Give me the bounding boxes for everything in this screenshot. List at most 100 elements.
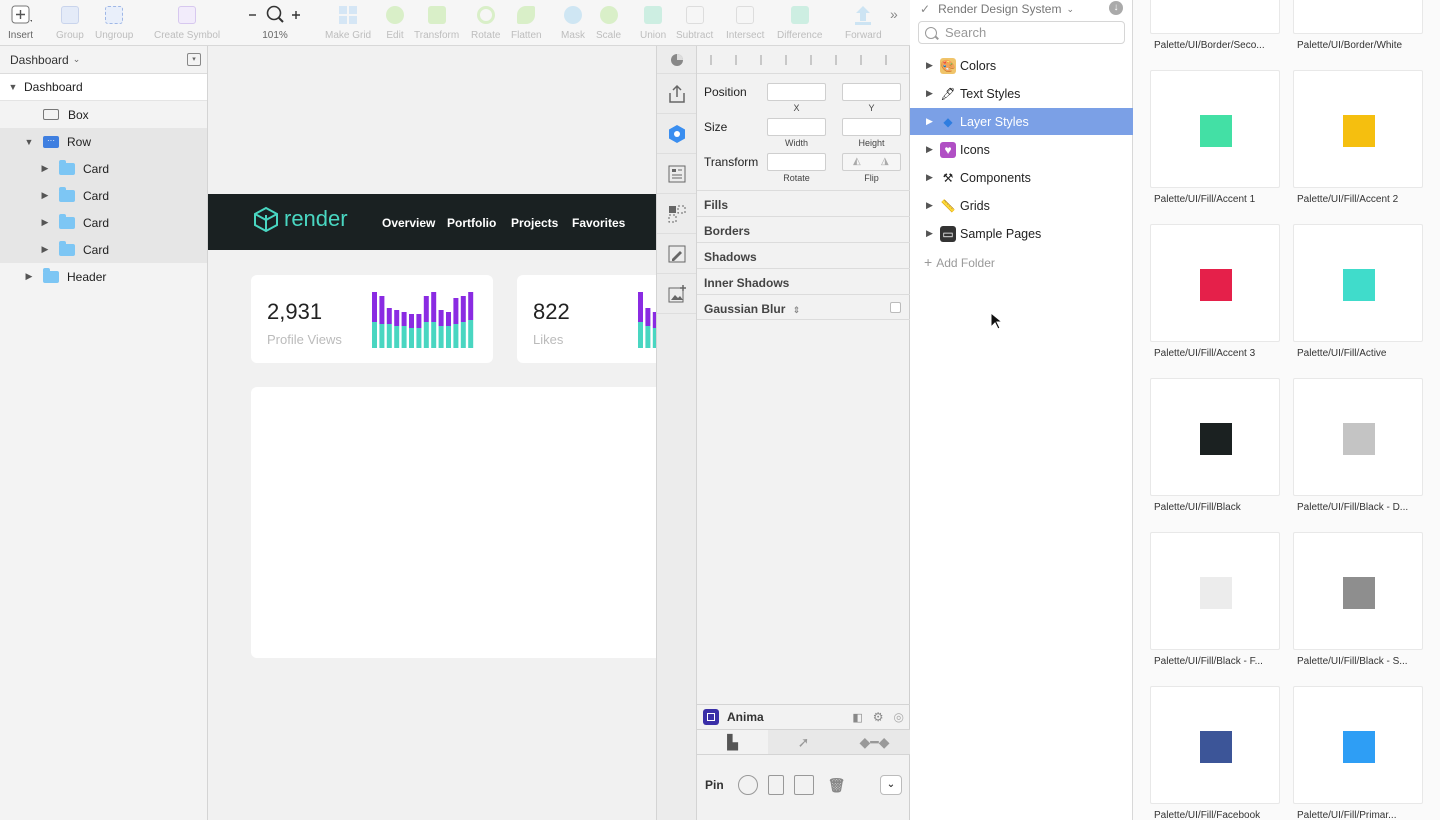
edit-button[interactable]: Edit — [383, 3, 407, 45]
inner-shadows-section[interactable]: Inner Shadows — [697, 268, 910, 294]
zoom-control[interactable]: 101% — [247, 3, 303, 45]
symbols-tab-button[interactable] — [657, 194, 696, 234]
shadows-section[interactable]: Shadows — [697, 242, 910, 268]
ungroup-button[interactable]: Ungroup — [95, 3, 133, 45]
triangle-down-icon[interactable]: ▼ — [24, 137, 34, 147]
triangle-right-icon[interactable]: ▶ — [926, 116, 940, 127]
inspector-mode-button[interactable] — [657, 46, 696, 74]
group-button[interactable]: Group — [56, 3, 84, 45]
rotate-button[interactable]: Rotate — [471, 3, 500, 45]
content-card[interactable] — [251, 387, 656, 658]
stat-card-views[interactable]: 2,931 Profile Views — [251, 275, 493, 363]
library-item-sample-pages[interactable]: ▶ ▭ Sample Pages — [910, 220, 1133, 247]
layer-card-2[interactable]: ▶ Card — [0, 182, 207, 209]
triangle-right-icon[interactable]: ▶ — [40, 190, 50, 201]
align-middle-icon[interactable] — [859, 54, 872, 65]
layer-box[interactable]: Box — [0, 101, 207, 128]
distribute-horizontal-icon[interactable] — [709, 54, 722, 65]
intersect-button[interactable]: Intersect — [726, 3, 764, 45]
fills-section[interactable]: Fills — [697, 190, 910, 216]
nav-projects[interactable]: Projects — [511, 216, 558, 230]
export-button[interactable] — [657, 74, 696, 114]
triangle-right-icon[interactable]: ▶ — [24, 271, 34, 282]
library-item-colors[interactable]: ▶ 🎨 Colors — [910, 52, 1133, 79]
difference-button[interactable]: Difference — [777, 3, 822, 45]
trash-icon[interactable]: 🗑 — [828, 777, 846, 794]
nav-portfolio[interactable]: Portfolio — [447, 216, 496, 230]
library-search-input[interactable]: Search — [918, 21, 1125, 44]
flip-vertical-icon[interactable]: ◮ — [881, 156, 889, 167]
flip-horizontal-icon[interactable]: ◭ — [853, 156, 861, 167]
edit-vector-button[interactable] — [657, 234, 696, 274]
distribute-vertical-icon[interactable] — [734, 54, 747, 65]
triangle-down-icon[interactable]: ▼ — [8, 82, 18, 92]
layer-card-3[interactable]: ▶ Card — [0, 209, 207, 236]
flip-control[interactable]: ◭ ◮ — [842, 153, 901, 171]
design-canvas[interactable]: render Overview Portfolio Projects Favor… — [208, 46, 656, 820]
pin-dropdown[interactable]: ⌄ — [880, 775, 902, 795]
panel-toggle-icon[interactable]: ◧ — [852, 711, 862, 724]
transform-button[interactable]: Transform — [414, 3, 459, 45]
triangle-right-icon[interactable]: ▶ — [926, 228, 940, 239]
layer-card-4[interactable]: ▶ Card — [0, 236, 207, 263]
library-item-grids[interactable]: ▶ 📏 Grids — [910, 192, 1133, 219]
layer-card-1[interactable]: ▶ Card — [0, 155, 207, 182]
swatch-card[interactable] — [1150, 70, 1280, 188]
triangle-right-icon[interactable]: ▶ — [40, 244, 50, 255]
mask-button[interactable]: Mask — [561, 3, 585, 45]
triangle-right-icon[interactable]: ▶ — [40, 163, 50, 174]
swatch-card[interactable] — [1150, 224, 1280, 342]
blur-checkbox[interactable] — [890, 302, 901, 313]
height-field[interactable] — [842, 118, 901, 136]
swatch-card[interactable] — [1293, 686, 1423, 804]
subtract-button[interactable]: Subtract — [676, 3, 713, 45]
layer-row[interactable]: ▼ ··· Row — [0, 128, 207, 155]
tab-layout[interactable]: ▙ — [697, 730, 768, 754]
union-button[interactable]: Union — [640, 3, 666, 45]
library-item-components[interactable]: ▶ ⚒ Components — [910, 164, 1133, 191]
swatch-card[interactable] — [1293, 224, 1423, 342]
library-item-icons[interactable]: ▶ ♥ Icons — [910, 136, 1133, 163]
add-image-button[interactable] — [657, 274, 696, 314]
triangle-right-icon[interactable]: ▶ — [926, 88, 940, 99]
page-selector[interactable]: Dashboard ⌄ ▾ — [0, 46, 207, 74]
swatch-card[interactable] — [1293, 378, 1423, 496]
swatch-card[interactable] — [1150, 686, 1280, 804]
align-top-icon[interactable] — [834, 54, 847, 65]
pin-center-icon[interactable] — [793, 775, 814, 795]
align-center-icon[interactable] — [784, 54, 797, 65]
make-grid-button[interactable]: Make Grid — [325, 3, 371, 45]
swatch-card[interactable] — [1293, 0, 1423, 34]
pin-horizontal-icon[interactable] — [767, 775, 784, 795]
forward-button[interactable]: Forward — [845, 3, 882, 45]
x-field[interactable] — [767, 83, 826, 101]
triangle-right-icon[interactable]: ▶ — [40, 217, 50, 228]
nav-favorites[interactable]: Favorites — [572, 216, 625, 230]
width-field[interactable] — [767, 118, 826, 136]
tab-launch[interactable]: ➚ — [768, 730, 839, 754]
nav-overview[interactable]: Overview — [382, 216, 435, 230]
swatch-card[interactable] — [1150, 378, 1280, 496]
swatch-card[interactable] — [1150, 0, 1280, 34]
triangle-right-icon[interactable]: ▶ — [926, 200, 940, 211]
y-field[interactable] — [842, 83, 901, 101]
gear-icon[interactable]: ⚙ — [873, 710, 884, 724]
add-folder-button[interactable]: + Add Folder — [924, 254, 995, 270]
insert-button[interactable]: Insert — [8, 3, 33, 45]
borders-section[interactable]: Borders — [697, 216, 910, 242]
toolbar-overflow-button[interactable]: » — [890, 6, 898, 48]
stepper-icon[interactable]: ⇕ — [793, 305, 801, 315]
rotate-field[interactable] — [767, 153, 826, 171]
tab-links[interactable]: ◆━◆ — [839, 730, 910, 754]
target-icon[interactable]: ◎ — [894, 710, 904, 724]
triangle-right-icon[interactable]: ▶ — [926, 172, 940, 183]
flatten-button[interactable]: Flatten — [511, 3, 542, 45]
gaussian-blur-section[interactable]: Gaussian Blur ⇕ — [697, 294, 910, 320]
swatch-card[interactable] — [1293, 532, 1423, 650]
dashboard-header[interactable]: render Overview Portfolio Projects Favor… — [208, 194, 656, 250]
align-right-icon[interactable] — [809, 54, 822, 65]
layer-dashboard[interactable]: ▼ Dashboard — [0, 74, 207, 101]
swatch-card[interactable] — [1150, 532, 1280, 650]
download-icon[interactable]: ↓ — [1109, 1, 1123, 15]
pin-all-icon[interactable] — [737, 775, 758, 795]
